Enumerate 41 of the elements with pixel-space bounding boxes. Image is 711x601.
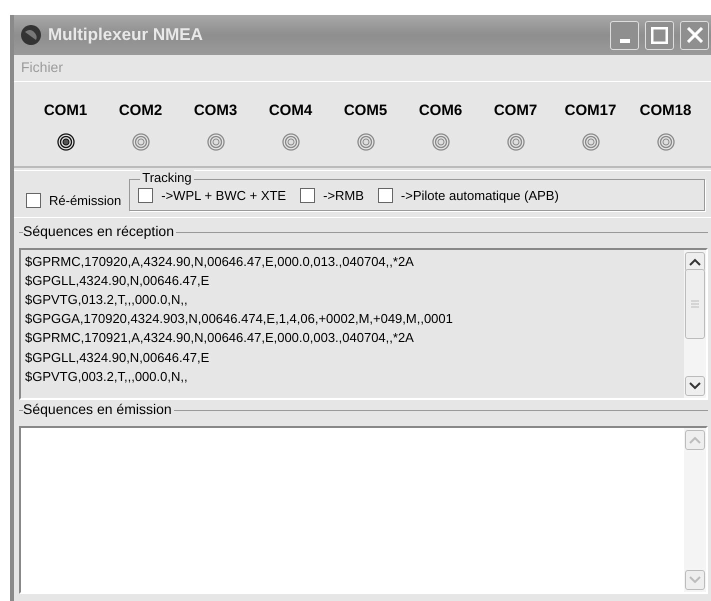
- port-label: COM4: [268, 101, 312, 121]
- minimize-icon: [620, 39, 630, 43]
- nmea-line: $GPGLL,4324.90,N,00646.47,E: [25, 348, 210, 367]
- grip-icon: [689, 298, 701, 308]
- maximize-icon: [651, 26, 668, 44]
- checkbox-label: ->WPL + BWC + XTE: [161, 187, 286, 205]
- port-label: COM1: [44, 101, 88, 121]
- scroll-down-button[interactable]: [685, 376, 705, 396]
- port-label: COM2: [118, 101, 162, 121]
- checkbox[interactable]: [26, 193, 41, 208]
- nmea-line: $GPGGA,170920,4324.903,N,00646.474,E,1,4,06,+0002,M,+049,M,,0001: [25, 310, 454, 328]
- group-title: Tracking: [140, 170, 194, 186]
- section-title: Séquences en émission: [23, 400, 174, 416]
- window-title: Multiplexeur NMEA: [48, 24, 204, 46]
- checkbox[interactable]: [300, 188, 316, 204]
- port-label: COM3: [194, 101, 238, 121]
- port-label: COM5: [344, 101, 388, 121]
- scroll-thumb[interactable]: [685, 268, 705, 338]
- checkbox[interactable]: [378, 188, 393, 204]
- nmea-line: $GPRMC,170920,A,4324.90,N,00646.47,E,000.0,013.,040704,,*2A: [25, 252, 415, 270]
- chevron-down-icon: [687, 574, 703, 586]
- nmea-line: $GPVTG,003.2,T,,,000.0,N,,: [25, 368, 189, 386]
- port-label: COM18: [640, 101, 692, 121]
- chevron-down-icon: [687, 380, 703, 392]
- checkbox[interactable]: [138, 188, 154, 204]
- minimize-button[interactable]: [610, 20, 639, 50]
- port-label: COM7: [494, 101, 538, 121]
- scroll-up-button[interactable]: [685, 252, 705, 272]
- port-label: COM6: [418, 101, 462, 121]
- close-icon: [686, 27, 702, 43]
- maximize-button[interactable]: [645, 20, 674, 50]
- close-button[interactable]: [680, 20, 709, 50]
- port-label: COM17: [564, 101, 616, 121]
- checkbox-label: Ré-émission: [49, 192, 122, 210]
- checkbox-label: ->RMB: [323, 187, 364, 205]
- reception-text-area[interactable]: [19, 248, 708, 400]
- nmea-line: $GPRMC,170921,A,4324.90,N,00646.47,E,000.0,003.,040704,,*2A: [25, 329, 415, 348]
- nmea-line: $GPVTG,013.2,T,,,000.0,N,,: [25, 290, 189, 309]
- checkbox-label: ->Pilote automatique (APB): [400, 187, 559, 205]
- section-title: Séquences en réception: [23, 222, 176, 238]
- nmea-line: $GPGLL,4324.90,N,00646.47,E: [25, 272, 210, 290]
